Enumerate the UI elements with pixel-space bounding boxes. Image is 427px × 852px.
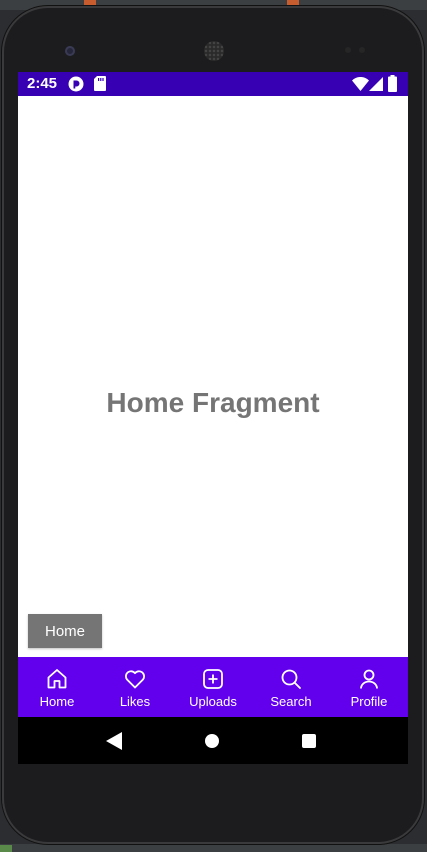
nav-label-likes: Likes [119,694,151,709]
nav-label-profile: Profile [350,694,388,709]
page-title: Home Fragment [106,387,320,418]
status-time: 2:45 [27,75,58,92]
nav-label-search: Search [270,694,312,709]
nav-item-search[interactable]: Search [252,657,330,717]
search-icon [281,669,301,689]
battery-icon [388,75,397,92]
status-bar: 2:45 [18,72,408,96]
proximity-sensor [345,47,351,53]
system-navigation-bar [18,717,408,764]
add-box-icon [203,669,223,689]
home-button[interactable]: Home [28,614,102,648]
light-sensor [359,47,365,53]
front-camera-icon [65,46,75,56]
nav-label-uploads: Uploads [189,694,237,709]
nav-item-home[interactable]: Home [18,657,96,717]
ide-bottom-strip [0,844,427,852]
ide-gutter-mark [0,845,12,852]
back-icon[interactable] [106,732,122,750]
pocket-casts-icon [68,76,84,92]
sd-card-icon [94,76,106,91]
nav-item-uploads[interactable]: Uploads [174,657,252,717]
recents-square-icon[interactable] [302,734,316,748]
earpiece-speaker [204,41,224,61]
wifi-icon [352,77,369,91]
home-icon [47,669,67,689]
fragment-container: Home Fragment Home [18,96,408,657]
emulator-device-frame: 2:45 Home Fragment Home Home Likes Uploa… [2,6,424,844]
nav-item-profile[interactable]: Profile [330,657,408,717]
device-screen: 2:45 Home Fragment Home Home Likes Uploa… [18,72,408,764]
home-circle-icon[interactable] [205,734,219,748]
bottom-navigation: Home Likes Uploads Search Profile [18,657,408,717]
person-icon [360,669,378,689]
signal-icon [369,77,383,91]
nav-item-likes[interactable]: Likes [96,657,174,717]
nav-label-home: Home [39,694,75,709]
heart-icon [125,670,145,689]
